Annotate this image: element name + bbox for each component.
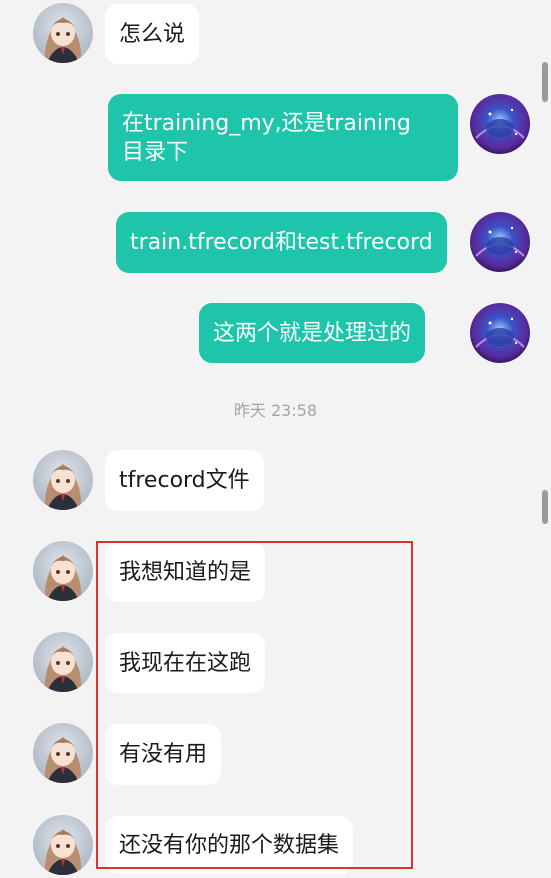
blue-galaxy-avatar-icon[interactable] — [470, 212, 530, 272]
outgoing-message-bubble[interactable]: 在training_my,还是training 目录下 — [108, 94, 458, 181]
anime-girl-avatar-icon[interactable] — [33, 815, 93, 875]
scrollbar-thumb[interactable] — [542, 62, 548, 102]
message-text-line: 目录下 — [122, 139, 189, 165]
outgoing-message-bubble[interactable]: 这两个就是处理过的 — [199, 303, 426, 363]
outgoing-message-bubble[interactable]: train.tfrecord和test.tfrecord — [116, 212, 447, 273]
scrollbar-thumb[interactable] — [542, 490, 548, 524]
anime-girl-avatar-icon[interactable] — [33, 3, 93, 63]
anime-girl-avatar-icon[interactable] — [33, 723, 93, 783]
blue-galaxy-avatar-icon[interactable] — [470, 303, 530, 363]
message-timestamp: 昨天 23:58 — [233, 401, 318, 420]
message-text: 这两个就是处理过的 — [213, 320, 412, 346]
message-text: 怎么说 — [119, 21, 186, 47]
anime-girl-avatar-icon[interactable] — [33, 632, 93, 692]
anime-girl-avatar-icon[interactable] — [33, 541, 93, 601]
highlight-annotation-box — [96, 541, 413, 869]
message-text: train.tfrecord和test.tfrecord — [130, 230, 433, 255]
message-text-line: 在training_my,还是training — [122, 110, 411, 136]
incoming-message-bubble[interactable]: tfrecord文件 — [105, 450, 264, 511]
message-text: tfrecord文件 — [119, 468, 250, 493]
anime-girl-avatar-icon[interactable] — [33, 450, 93, 510]
blue-galaxy-avatar-icon[interactable] — [470, 94, 530, 154]
chat-conversation: 怎么说 在training_my,还是training 目录下 train.tf… — [0, 0, 551, 878]
incoming-message-bubble[interactable]: 怎么说 — [105, 4, 200, 64]
